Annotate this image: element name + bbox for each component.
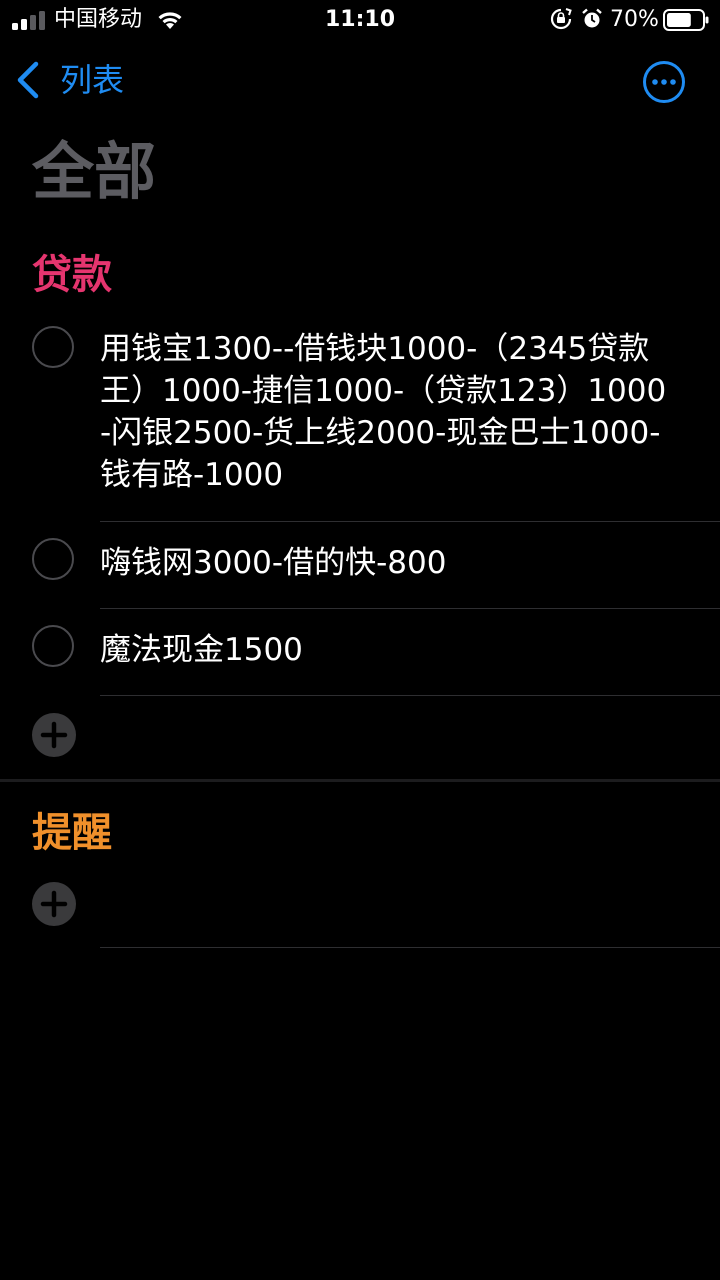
page-title: 全部 — [32, 135, 157, 208]
reminder-text[interactable]: 嗨钱网3000-借的快-800 — [100, 542, 670, 584]
status-bar: 中国移动 11:10 70% — [0, 0, 720, 40]
ellipsis-circle-icon[interactable] — [642, 60, 686, 104]
row-separator — [100, 695, 720, 696]
reminder-text[interactable]: 用钱宝1300--借钱块1000-（2345贷款王）1000-捷信1000-（贷… — [100, 328, 670, 496]
section-title-reminders[interactable]: 提醒 — [32, 808, 112, 858]
row-separator — [100, 608, 720, 609]
battery-percent: 70% — [610, 7, 659, 32]
reminder-checkbox[interactable] — [32, 538, 74, 580]
rotation-lock-icon — [550, 8, 572, 30]
section-divider — [0, 779, 720, 782]
add-reminder-icon[interactable] — [31, 881, 77, 927]
chevron-left-icon — [17, 61, 39, 99]
reminder-checkbox[interactable] — [32, 326, 74, 368]
reminder-checkbox[interactable] — [32, 625, 74, 667]
reminder-text[interactable]: 魔法现金1500 — [100, 629, 670, 671]
row-separator — [100, 521, 720, 522]
section-title-loans[interactable]: 贷款 — [32, 250, 112, 300]
battery-icon — [663, 9, 709, 31]
back-label: 列表 — [60, 61, 125, 99]
row-separator — [100, 947, 720, 948]
add-reminder-icon[interactable] — [31, 712, 77, 758]
alarm-icon — [582, 8, 602, 28]
back-button[interactable]: 列表 — [14, 58, 124, 102]
